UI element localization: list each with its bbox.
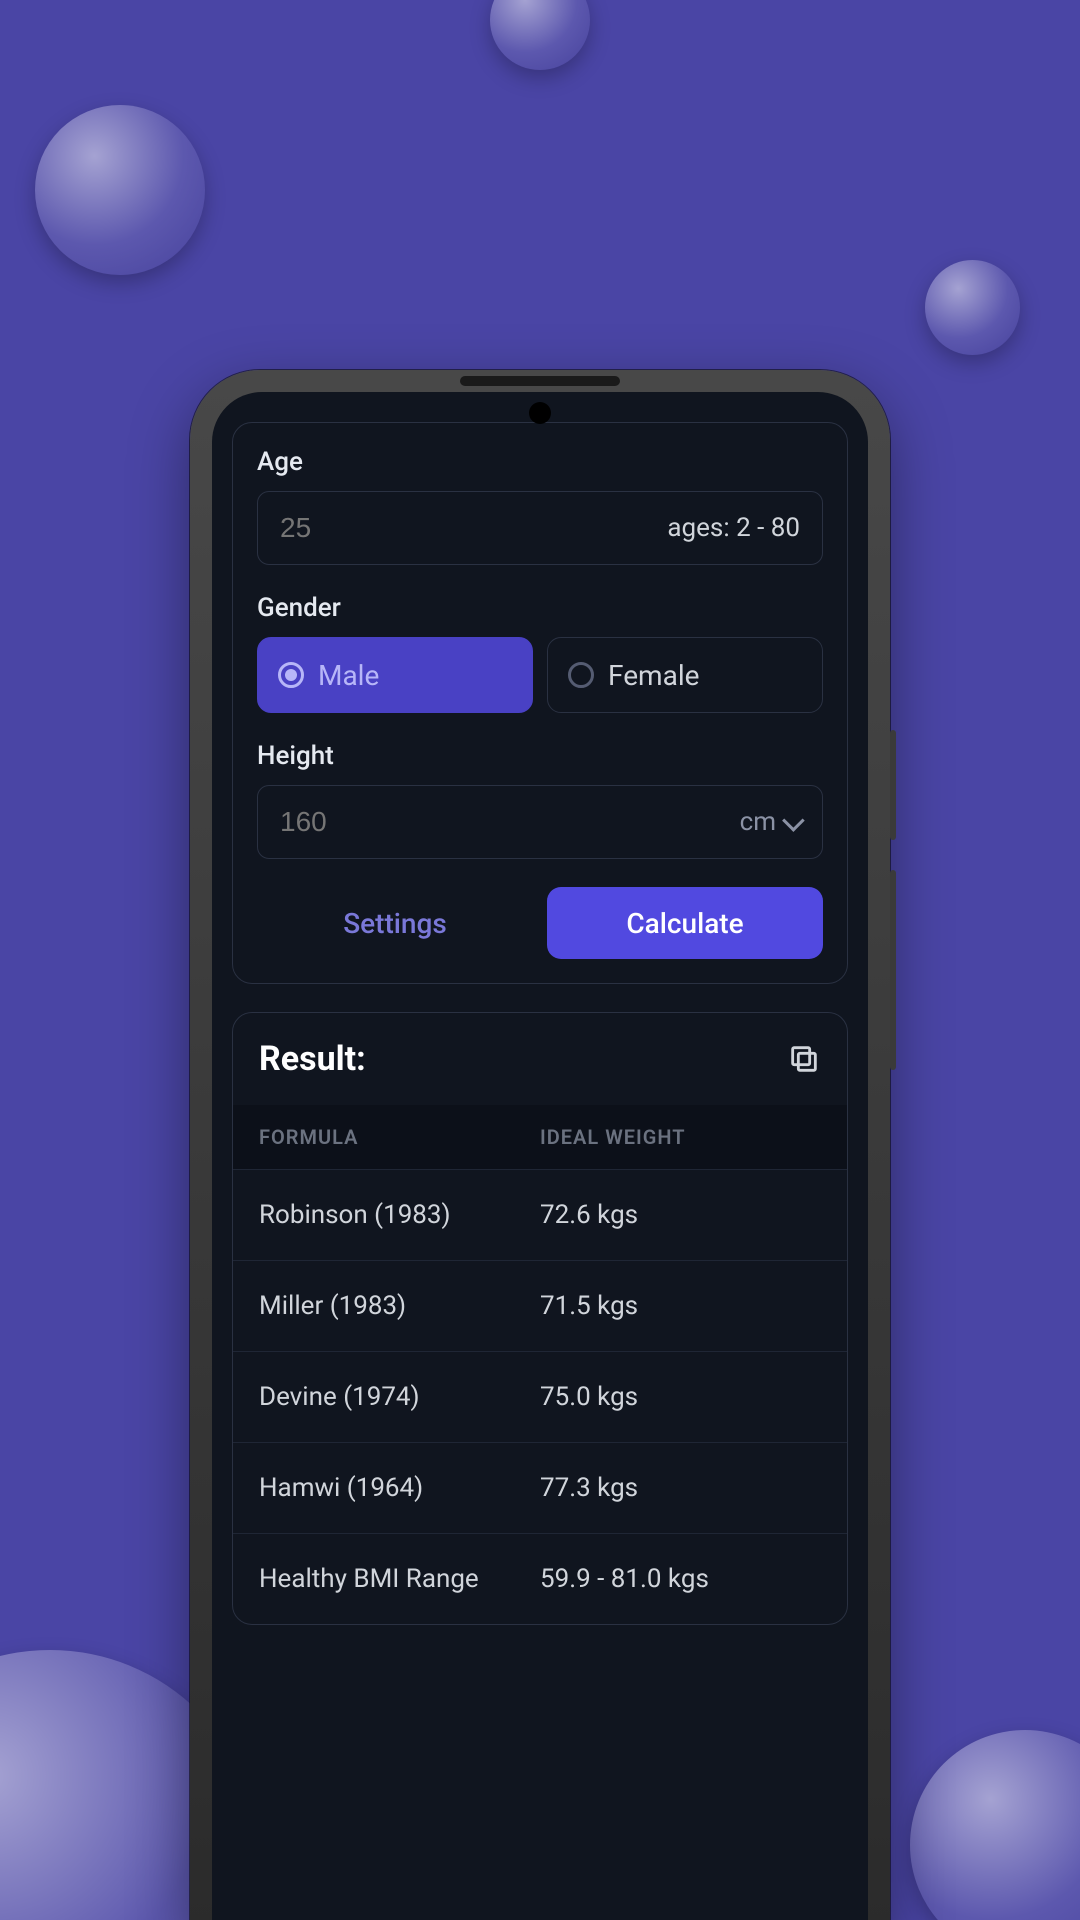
gender-male-button[interactable]: Male (257, 637, 533, 713)
cell-formula: Hamwi (1964) (259, 1473, 540, 1503)
result-title: Result: (259, 1039, 366, 1079)
cell-formula: Healthy BMI Range (259, 1564, 540, 1594)
height-unit-label: cm (740, 807, 776, 837)
gender-female-button[interactable]: Female (547, 637, 823, 713)
cell-formula: Devine (1974) (259, 1382, 540, 1412)
age-input-row[interactable]: ages: 2 - 80 (257, 491, 823, 565)
header-weight: IDEAL WEIGHT (540, 1125, 821, 1149)
decorative-bubble (35, 105, 205, 275)
result-card: Result: FORMULA IDEAL WEIGHT Robinson (1… (232, 1012, 848, 1625)
phone-side-button (890, 730, 896, 840)
height-input-row[interactable]: cm (257, 785, 823, 859)
phone-side-button (890, 870, 896, 1070)
cell-weight: 75.0 kgs (540, 1382, 821, 1412)
phone-frame: Age ages: 2 - 80 Gender Male Female (190, 370, 890, 1920)
gender-label: Gender (257, 593, 823, 623)
table-row: Hamwi (1964)77.3 kgs (233, 1442, 847, 1533)
height-field: Height cm (257, 741, 823, 859)
age-label: Age (257, 447, 823, 477)
decorative-bubble (925, 260, 1020, 355)
cell-formula: Miller (1983) (259, 1291, 540, 1321)
camera-notch (529, 402, 551, 424)
height-label: Height (257, 741, 823, 771)
cell-weight: 71.5 kgs (540, 1291, 821, 1321)
cell-weight: 77.3 kgs (540, 1473, 821, 1503)
radio-unselected-icon (568, 662, 594, 688)
cell-weight: 72.6 kgs (540, 1200, 821, 1230)
radio-selected-icon (278, 662, 304, 688)
chevron-down-icon (782, 809, 805, 832)
cell-formula: Robinson (1983) (259, 1200, 540, 1230)
table-row: Healthy BMI Range59.9 - 81.0 kgs (233, 1533, 847, 1624)
gender-female-label: Female (608, 659, 699, 692)
age-input[interactable] (280, 512, 667, 544)
header-formula: FORMULA (259, 1125, 540, 1149)
table-row: Robinson (1983)72.6 kgs (233, 1169, 847, 1260)
height-unit-select[interactable]: cm (740, 807, 800, 837)
cell-weight: 59.9 - 81.0 kgs (540, 1564, 821, 1594)
age-field: Age ages: 2 - 80 (257, 447, 823, 565)
screen: Age ages: 2 - 80 Gender Male Female (212, 392, 868, 1920)
table-row: Devine (1974)75.0 kgs (233, 1351, 847, 1442)
calculate-button[interactable]: Calculate (547, 887, 823, 959)
decorative-bubble (910, 1730, 1080, 1920)
gender-male-label: Male (318, 659, 379, 692)
input-card: Age ages: 2 - 80 Gender Male Female (232, 422, 848, 984)
copy-icon[interactable] (787, 1042, 821, 1076)
settings-button[interactable]: Settings (257, 887, 533, 959)
age-hint: ages: 2 - 80 (667, 513, 800, 543)
gender-field: Gender Male Female (257, 593, 823, 713)
table-row: Miller (1983)71.5 kgs (233, 1260, 847, 1351)
decorative-bubble (490, 0, 590, 70)
height-input[interactable] (280, 806, 740, 838)
result-table-header: FORMULA IDEAL WEIGHT (233, 1105, 847, 1169)
